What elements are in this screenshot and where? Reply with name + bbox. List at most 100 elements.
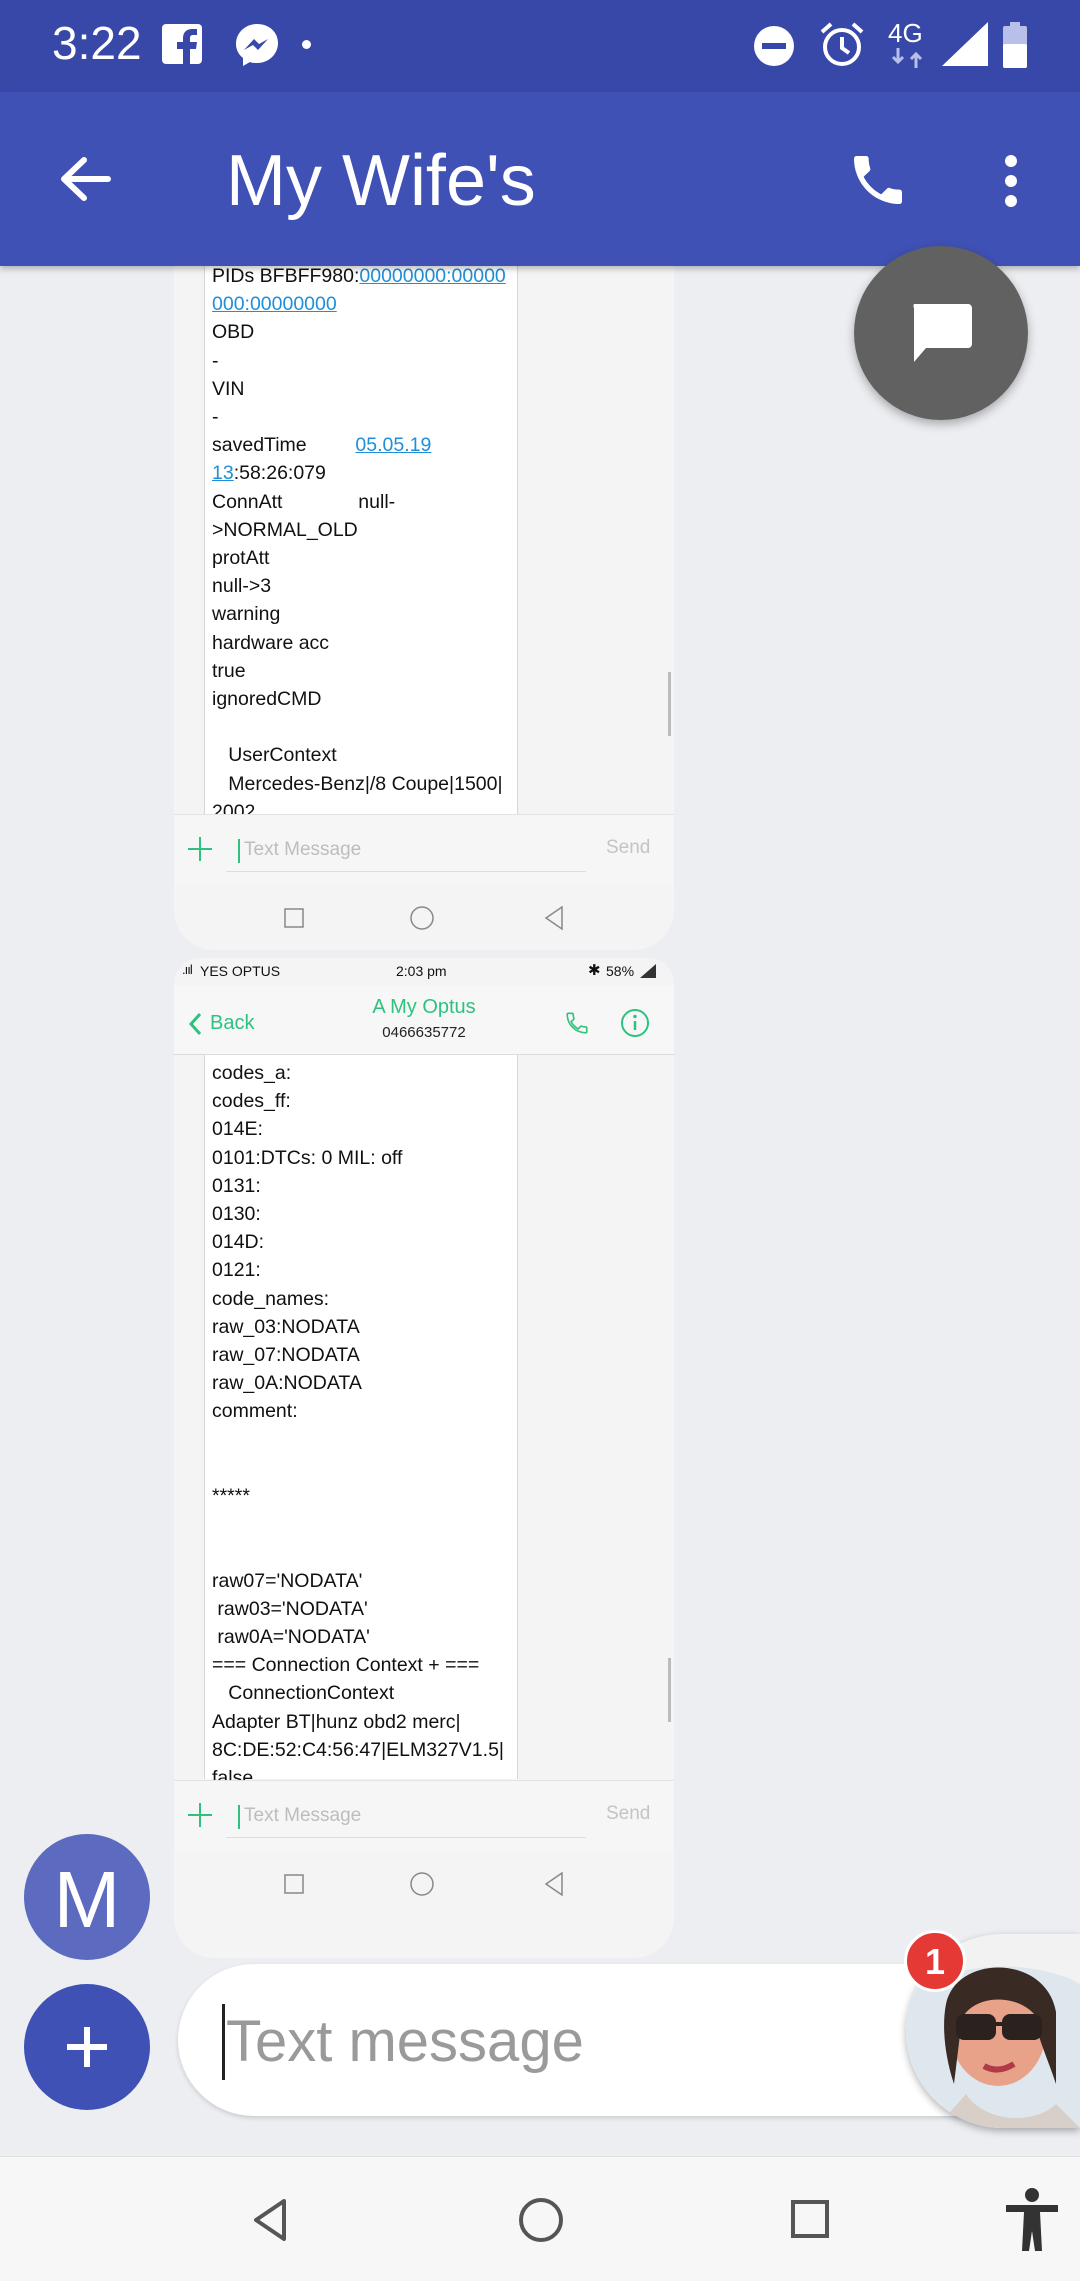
- report-line: 000:00000000: [212, 293, 337, 316]
- messenger-icon: [236, 24, 278, 66]
- embedded-time: 2:03 pm: [396, 963, 447, 979]
- report-line: hardware acc: [212, 631, 330, 654]
- embedded-composer: Text Message Send: [174, 1780, 674, 1851]
- text-caret: [238, 839, 240, 863]
- embedded-header: Back A My Optus 0466635772: [174, 986, 674, 1055]
- facebook-icon: [162, 24, 202, 66]
- report-line: raw0A='NODATA': [212, 1626, 370, 1648]
- message-icon: [913, 304, 972, 362]
- embedded-composer: Text Message Send: [174, 814, 674, 885]
- report-line: protAtt: [212, 547, 270, 570]
- home-icon: [410, 1872, 434, 1896]
- embedded-placeholder: Text Message: [244, 839, 362, 860]
- charging-icon: [640, 964, 656, 978]
- embedded-text-field: Text Message: [226, 1795, 586, 1838]
- signal-bars-icon: .ııl: [182, 962, 193, 977]
- report-line: Adapter BT|hunz obd2 merc|: [212, 1710, 461, 1733]
- embedded-nav-bar: [174, 886, 674, 950]
- report-line: ConnectionContext: [212, 1682, 395, 1705]
- embedded-send-label: Send: [606, 837, 651, 858]
- report-lines: codes_a: codes_ff: 014E: 0101:DTCs: 0 MIL: …: [205, 1059, 517, 1820]
- system-nav-bar: [0, 2156, 1080, 2281]
- report-line: [212, 1426, 517, 1454]
- report-line: 014D:: [212, 1231, 265, 1254]
- report-line: ignoredCMD: [212, 688, 322, 711]
- report-line: savedTime 05.05.19: [212, 434, 432, 457]
- back-triangle-icon[interactable]: [250, 2197, 290, 2243]
- notification-dot-icon: [302, 40, 311, 49]
- report-line: === Connection Context + ===: [212, 1654, 480, 1677]
- home-circle-icon[interactable]: [516, 2195, 566, 2245]
- text-caret: [222, 2004, 225, 2080]
- report-line: raw_0A:NODATA: [212, 1372, 362, 1395]
- report-line: code_names:: [212, 1287, 330, 1310]
- conversation-area[interactable]: PIDs BFBFF980:00000000:00000 000:00000000…: [0, 266, 1080, 2154]
- home-icon: [410, 906, 434, 930]
- signal-icon: [942, 22, 988, 66]
- phone-icon[interactable]: [846, 148, 910, 212]
- report-line: codes_ff:: [212, 1090, 291, 1113]
- embedded-nav-bar: [174, 1852, 674, 1922]
- accessibility-icon[interactable]: [1002, 2187, 1062, 2253]
- back-triangle-icon: [544, 1871, 563, 1897]
- embedded-phone-icon: [566, 1012, 588, 1034]
- report-line: 0101:DTCs: 0 MIL: off: [212, 1146, 403, 1169]
- report-line: 0130:: [212, 1203, 261, 1226]
- obd-report-text-2: codes_a: codes_ff: 014E: 0101:DTCs: 0 MIL: …: [204, 1055, 518, 1817]
- embedded-text-field: Text Message: [226, 829, 586, 872]
- embedded-send-label: Send: [606, 1803, 651, 1824]
- data-arrows-icon: [891, 48, 923, 68]
- add-attachment-button[interactable]: [24, 1984, 150, 2110]
- report-line: *****: [212, 1485, 250, 1508]
- message-input[interactable]: [224, 2000, 928, 2082]
- report-line: [212, 1538, 517, 1566]
- carrier-name: YES OPTUS: [200, 963, 281, 979]
- report-line: raw_03:NODATA: [212, 1315, 360, 1338]
- back-arrow-icon[interactable]: [56, 150, 114, 208]
- image-message-1[interactable]: PIDs BFBFF980:00000000:00000 000:00000000…: [174, 266, 674, 950]
- avatar-letter: M: [53, 1855, 121, 1944]
- app-bar: My Wife's: [0, 92, 1080, 266]
- report-line: [212, 1454, 517, 1482]
- report-line: 8C:DE:52:C4:56:47|ELM327V1.5|: [212, 1738, 504, 1761]
- obd-report-text-1: PIDs BFBFF980:00000000:00000 000:00000000…: [204, 266, 518, 823]
- plus-icon: [188, 837, 212, 861]
- avatar[interactable]: M: [24, 1834, 150, 1960]
- report-line: VIN: [212, 377, 245, 400]
- embedded-status-bar: .ııl YES OPTUS 2:03 pm ✱ 58%: [174, 958, 674, 986]
- info-icon: [621, 1009, 649, 1037]
- report-line: PIDs BFBFF980:00000000:00000: [212, 266, 506, 287]
- recents-square-icon[interactable]: [790, 2199, 830, 2239]
- embedded-placeholder: Text Message: [244, 1805, 362, 1826]
- plus-icon: [188, 1803, 212, 1827]
- more-vert-icon[interactable]: [996, 152, 1026, 210]
- battery-icon: [1003, 22, 1027, 68]
- scrollbar: [668, 672, 671, 736]
- image-message-2[interactable]: .ııl YES OPTUS 2:03 pm ✱ 58% Back A My O…: [174, 958, 674, 1958]
- report-line: Mercedes-Benz|/8 Coupe|1500|: [212, 772, 503, 795]
- report-line: raw03='NODATA': [212, 1597, 368, 1620]
- chat-bubble-button[interactable]: [854, 246, 1028, 420]
- report-line: ConnAtt null-: [212, 490, 396, 513]
- do-not-disturb-icon: [754, 26, 794, 66]
- report-line: 0121:: [212, 1259, 261, 1282]
- network-type: 4G: [888, 18, 923, 48]
- report-line: OBD: [212, 321, 255, 344]
- report-line: >NORMAL_OLD: [212, 518, 358, 541]
- report-line: null->3: [212, 575, 272, 598]
- status-time: 3:22: [52, 17, 142, 69]
- contact-name: A My Optus: [372, 996, 476, 1018]
- report-line: 13:58:26:079: [212, 462, 326, 485]
- report-line: raw07='NODATA': [212, 1569, 363, 1592]
- plus-icon: [67, 2027, 107, 2067]
- embedded-battery: 58%: [606, 963, 635, 979]
- contact-number: 0466635772: [382, 1024, 466, 1041]
- report-line: warning: [212, 603, 281, 626]
- report-line: true: [212, 659, 246, 682]
- report-line: UserContext: [212, 744, 337, 767]
- report-line: comment:: [212, 1400, 298, 1423]
- alarm-icon: [820, 22, 864, 66]
- recents-icon: [284, 908, 304, 928]
- bluetooth-icon: ✱: [588, 962, 601, 979]
- scrollbar: [668, 1658, 671, 1722]
